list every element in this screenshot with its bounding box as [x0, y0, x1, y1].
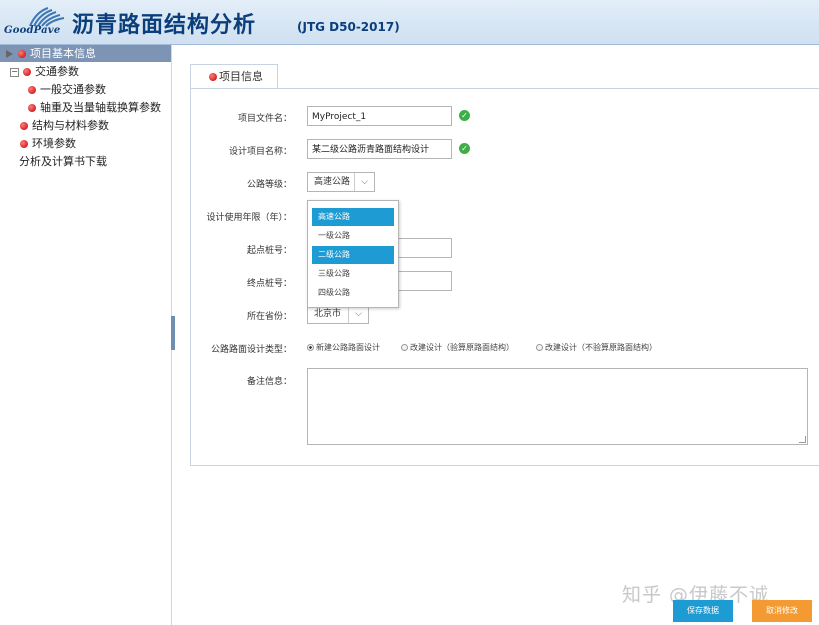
- logo-text: GoodPave: [4, 25, 61, 36]
- road-grade-dropdown: 高速公路 一级公路 二级公路 三级公路 四级公路: [307, 200, 399, 308]
- project-name-label: 设计项目名称：: [228, 147, 292, 157]
- sidebar-item-structure-material[interactable]: 结构与材料参数: [20, 117, 109, 134]
- triangle-right-icon: [6, 50, 13, 58]
- radio-label: 改建设计（不验算原路面结构）: [545, 343, 657, 352]
- radio-icon: [401, 344, 408, 351]
- app-title: 沥青路面结构分析: [72, 13, 257, 38]
- tab-label: 项目信息: [219, 70, 263, 83]
- dropdown-option[interactable]: 一级公路: [312, 227, 394, 245]
- remarks-textarea[interactable]: [307, 368, 808, 445]
- road-grade-value: 高速公路: [314, 177, 351, 187]
- start-station-label: 起点桩号：: [246, 246, 292, 256]
- file-name-label: 项目文件名：: [237, 114, 292, 124]
- road-grade-select[interactable]: 高速公路 ⌵: [307, 172, 375, 192]
- app-header: GoodPave 沥青路面结构分析 (JTG D50-2017): [0, 0, 819, 45]
- sidebar-item-environment[interactable]: 环境参数: [20, 135, 76, 152]
- red-bullet-icon: [209, 73, 217, 81]
- sidebar-item-label: 环境参数: [32, 137, 76, 150]
- sidebar-item-general-traffic[interactable]: 一般交通参数: [28, 81, 106, 98]
- design-life-label: 设计使用年限（年）：: [206, 213, 292, 223]
- file-name-input[interactable]: MyProject_1: [307, 106, 452, 126]
- app-subtitle: (JTG D50-2017): [297, 20, 400, 34]
- cancel-button[interactable]: 取消修改: [752, 600, 812, 622]
- check-icon: ✓: [459, 110, 470, 121]
- sidebar-item-label: 分析及计算书下载: [19, 155, 107, 168]
- dropdown-option[interactable]: 高速公路: [312, 208, 394, 226]
- red-bullet-icon: [20, 122, 28, 130]
- tab-project-info[interactable]: 项目信息: [190, 64, 278, 88]
- resize-grip-icon[interactable]: [799, 436, 806, 443]
- red-bullet-icon: [18, 50, 26, 58]
- sidebar-tree: 项目基本信息 − 交通参数 一般交通参数 轴重及当量轴载换算参数 结构与材料参数 …: [0, 45, 172, 625]
- sidebar-item-label: 结构与材料参数: [32, 119, 109, 132]
- radio-icon: [536, 344, 543, 351]
- design-type-radio-rebuild-check[interactable]: 改建设计（验算原路面结构）: [401, 342, 514, 353]
- chevron-down-icon[interactable]: ⌵: [354, 173, 374, 191]
- sidebar-item-label: 项目基本信息: [30, 47, 96, 60]
- red-bullet-icon: [23, 68, 31, 76]
- province-label: 所在省份：: [246, 312, 292, 322]
- sidebar-item-label: 轴重及当量轴载换算参数: [40, 101, 161, 114]
- panel-splitter-handle[interactable]: [171, 316, 175, 350]
- design-type-radio-rebuild-nocheck[interactable]: 改建设计（不验算原路面结构）: [536, 342, 657, 353]
- sidebar-item-label: 交通参数: [35, 65, 79, 78]
- dropdown-option[interactable]: 三级公路: [312, 265, 394, 283]
- red-bullet-icon: [28, 104, 36, 112]
- radio-selected-icon: [307, 344, 314, 351]
- remarks-label: 备注信息：: [246, 377, 292, 387]
- end-station-label: 终点桩号：: [246, 279, 292, 289]
- goodpave-logo: GoodPave: [4, 6, 68, 40]
- check-icon: ✓: [459, 143, 470, 154]
- dropdown-option[interactable]: 四级公路: [312, 284, 394, 302]
- red-bullet-icon: [20, 140, 28, 148]
- radio-label: 新建公路路面设计: [316, 343, 380, 352]
- sidebar-item-project-info[interactable]: 项目基本信息: [0, 45, 171, 62]
- road-grade-label: 公路等级：: [246, 180, 292, 190]
- sidebar-item-traffic[interactable]: − 交通参数: [10, 63, 79, 80]
- red-bullet-icon: [28, 86, 36, 94]
- sidebar-item-label: 一般交通参数: [40, 83, 106, 96]
- design-type-radio-new[interactable]: 新建公路路面设计: [307, 342, 380, 353]
- sidebar-item-axle-load[interactable]: 轴重及当量轴载换算参数: [28, 99, 161, 116]
- collapse-icon[interactable]: −: [10, 67, 19, 77]
- save-button[interactable]: 保存数据: [673, 600, 733, 622]
- project-name-input[interactable]: 某二级公路沥青路面结构设计: [307, 139, 452, 159]
- sidebar-item-analysis-download[interactable]: 分析及计算书下载: [19, 153, 107, 170]
- radio-label: 改建设计（验算原路面结构）: [410, 343, 514, 352]
- design-type-label: 公路路面设计类型：: [210, 345, 292, 355]
- dropdown-option[interactable]: 二级公路: [312, 246, 394, 264]
